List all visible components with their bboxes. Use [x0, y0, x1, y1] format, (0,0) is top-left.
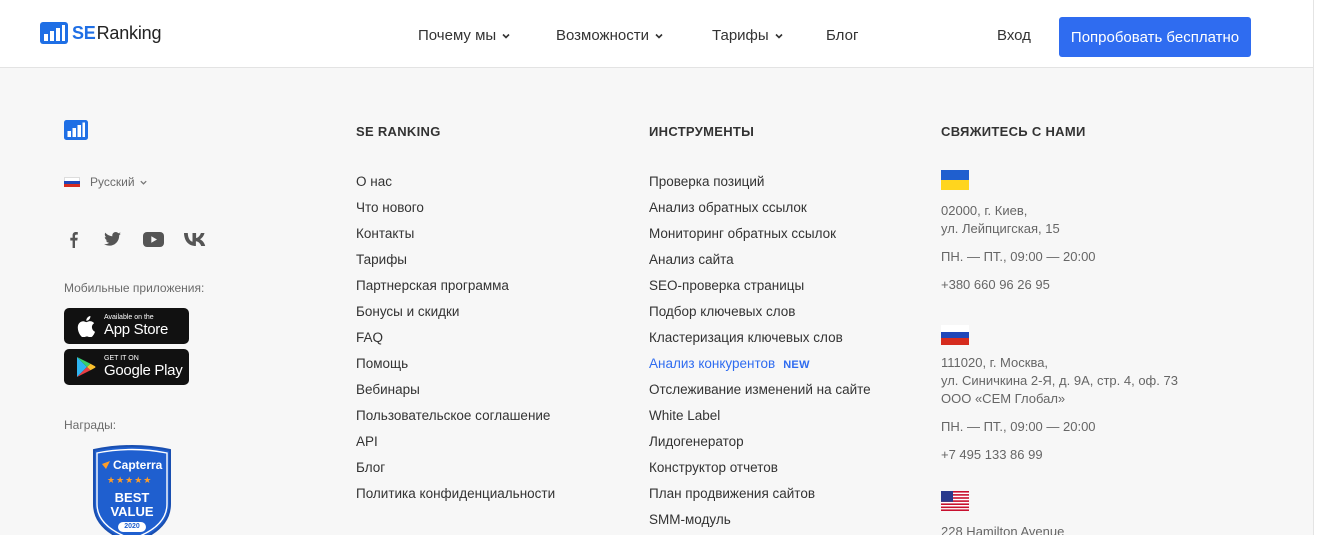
footer-link-terms[interactable]: Пользовательское соглашение — [356, 408, 555, 434]
apple-icon — [74, 314, 98, 338]
award-year: 2020 — [124, 523, 140, 530]
ru-address-line2: ул. Синичкина 2-Я, д. 9А, стр. 4, оф. 73 — [941, 373, 1178, 388]
chevron-down-icon — [775, 33, 783, 39]
logo-bars-icon — [40, 22, 68, 44]
nav-item-label: Тарифы — [712, 27, 769, 44]
award-line1: BEST — [114, 490, 150, 505]
ru-address-line1: 111020, г. Москва, — [941, 355, 1049, 370]
nav-item-why-us[interactable]: Почему мы — [418, 27, 511, 44]
app-store-text: Available on the App Store — [104, 314, 168, 338]
google-play-large-text: Google Play — [104, 362, 183, 379]
footer-link-privacy[interactable]: Политика конфиденциальности — [356, 486, 555, 512]
tool-link-label: Анализ конкурентов — [649, 356, 776, 371]
tool-link-white-label[interactable]: White Label — [649, 408, 871, 434]
ua-address-line2: ул. Лейпцигская, 15 — [941, 221, 1060, 236]
russia-flag-icon — [941, 325, 969, 345]
login-link[interactable]: Вход — [997, 27, 1031, 44]
google-play-icon — [74, 355, 98, 379]
tool-link-competitor-analysis[interactable]: Анализ конкурентов NEW — [649, 356, 871, 382]
ru-hours: ПН. — ПТ., 09:00 — 20:00 — [941, 419, 1096, 434]
language-selector[interactable]: Русский — [64, 175, 148, 189]
ru-address: 111020, г. Москва, ул. Синичкина 2-Я, д.… — [941, 354, 1178, 408]
footer-link-bonuses[interactable]: Бонусы и скидки — [356, 304, 555, 330]
tool-link-page-changes[interactable]: Отслеживание изменений на сайте — [649, 382, 871, 408]
company-links-list: О нас Что нового Контакты Тарифы Партнер… — [356, 174, 555, 512]
app-store-button[interactable]: Available on the App Store — [64, 308, 189, 344]
youtube-icon[interactable] — [142, 229, 164, 249]
nav-item-label: Почему мы — [418, 27, 497, 44]
ru-address-line3: ООО «СЕМ Глобал» — [941, 391, 1066, 406]
footer-link-help[interactable]: Помощь — [356, 356, 555, 382]
try-free-button[interactable]: Попробовать бесплатно — [1059, 17, 1251, 57]
tool-link-lead-generator[interactable]: Лидогенератор — [649, 434, 871, 460]
award-brand: Capterra — [113, 458, 163, 472]
ua-phone[interactable]: +380 660 96 26 95 — [941, 276, 1050, 294]
page-scrollbar[interactable] — [1313, 0, 1329, 535]
award-stars: ★★★★★ — [107, 475, 153, 485]
chevron-down-icon — [139, 180, 147, 185]
ua-hours: ПН. — ПТ., 09:00 — 20:00 — [941, 249, 1096, 264]
footer-link-affiliate[interactable]: Партнерская программа — [356, 278, 555, 304]
russia-flag-icon — [64, 177, 80, 187]
tool-link-seo-plan[interactable]: План продвижения сайтов — [649, 486, 871, 512]
footer-link-about[interactable]: О нас — [356, 174, 555, 200]
awards-label: Награды: — [64, 418, 117, 432]
top-navbar: SERanking Почему мы Возможности Тарифы Б… — [0, 0, 1313, 68]
tool-link-report-builder[interactable]: Конструктор отчетов — [649, 460, 871, 486]
tool-link-keyword-grouper[interactable]: Кластеризация ключевых слов — [649, 330, 871, 356]
page: SERanking Почему мы Возможности Тарифы Б… — [0, 0, 1313, 535]
footer-link-whats-new[interactable]: Что нового — [356, 200, 555, 226]
tool-link-smm[interactable]: SMM-модуль — [649, 512, 871, 535]
award-line2: VALUE — [110, 504, 154, 519]
nav-item-pricing[interactable]: Тарифы — [712, 27, 784, 44]
twitter-icon[interactable] — [103, 229, 121, 249]
contacts-column-title: СВЯЖИТЕСЬ С НАМИ — [941, 124, 1086, 139]
vk-icon[interactable] — [184, 229, 206, 249]
nav-item-features[interactable]: Возможности — [556, 27, 664, 44]
chevron-down-icon — [502, 33, 510, 39]
footer-link-blog[interactable]: Блог — [356, 460, 555, 486]
tool-link-rank-tracker[interactable]: Проверка позиций — [649, 174, 871, 200]
language-label: Русский — [90, 175, 135, 189]
logo-text: SERanking — [72, 22, 162, 43]
tool-link-page-checker[interactable]: SEO-проверка страницы — [649, 278, 871, 304]
us-address-line1: 228 Hamilton Avenue — [941, 524, 1065, 535]
chevron-down-icon — [655, 33, 663, 39]
tools-links-list: Проверка позиций Анализ обратных ссылок … — [649, 174, 871, 535]
footer-link-webinars[interactable]: Вебинары — [356, 382, 555, 408]
app-store-large-text: App Store — [104, 321, 169, 338]
facebook-icon[interactable] — [68, 229, 78, 249]
google-play-button[interactable]: GET IT ON Google Play — [64, 349, 189, 385]
ua-address-line1: 02000, г. Киев, — [941, 203, 1028, 218]
se-ranking-logo[interactable]: SERanking — [40, 21, 161, 45]
tool-link-backlink-analysis[interactable]: Анализ обратных ссылок — [649, 200, 871, 226]
ua-address: 02000, г. Киев, ул. Лейпцигская, 15 — [941, 202, 1060, 238]
footer-logo-icon[interactable] — [64, 120, 88, 140]
nav-item-blog[interactable]: Блог — [826, 27, 858, 44]
footer-link-api[interactable]: API — [356, 434, 555, 460]
google-play-text: GET IT ON Google Play — [104, 355, 183, 379]
mobile-apps-label: Мобильные приложения: — [64, 281, 205, 295]
footer-link-faq[interactable]: FAQ — [356, 330, 555, 356]
company-column-title: SE RANKING — [356, 124, 441, 139]
footer-link-pricing[interactable]: Тарифы — [356, 252, 555, 278]
ukraine-flag-icon — [941, 170, 969, 190]
tools-column-title: ИНСТРУМЕНТЫ — [649, 124, 755, 139]
tool-link-keyword-research[interactable]: Подбор ключевых слов — [649, 304, 871, 330]
tool-link-site-audit[interactable]: Анализ сайта — [649, 252, 871, 278]
new-badge: NEW — [783, 359, 810, 371]
ru-phone[interactable]: +7 495 133 86 99 — [941, 446, 1043, 464]
footer-link-contacts[interactable]: Контакты — [356, 226, 555, 252]
usa-flag-icon — [941, 491, 969, 511]
tool-link-backlink-monitoring[interactable]: Мониторинг обратных ссылок — [649, 226, 871, 252]
capterra-award-badge: Capterra ★★★★★ BEST VALUE 2020 — [88, 444, 176, 535]
nav-item-label: Возможности — [556, 27, 649, 44]
nav-item-label: Блог — [826, 27, 859, 44]
